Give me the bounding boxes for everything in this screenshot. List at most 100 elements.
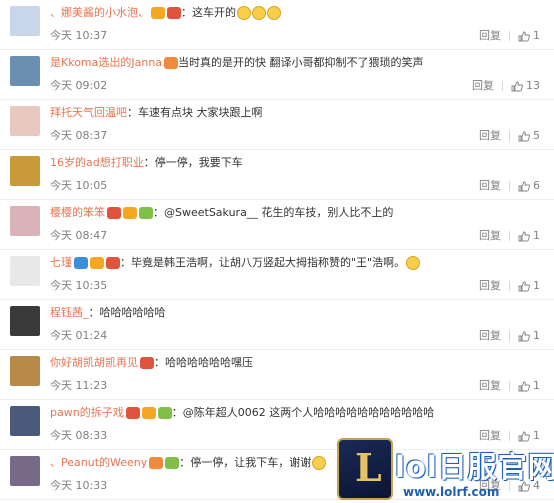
thumbs-up-icon <box>518 181 530 191</box>
comment-actions: 回复 1 <box>479 377 540 393</box>
emoji-icon <box>252 6 266 20</box>
thumbs-up-icon <box>511 81 523 91</box>
comment-time: 今天 10:37 <box>50 29 108 42</box>
like-button[interactable]: 6 <box>518 179 540 192</box>
comment-item: 、娜美酱的小水泡、 ：这车开的今天 10:37 回复 1 <box>0 0 554 50</box>
username-link[interactable]: 拜托天气回温吧 <box>50 106 127 119</box>
divider <box>509 31 510 41</box>
user-badges <box>162 55 179 71</box>
comment-line: 你好胡凯胡凯再见 ：哈哈哈哈哈哈嘿压 <box>50 355 253 371</box>
user-badges <box>138 355 154 371</box>
comment-text: ：@SweetSakura__ 花生的车技，别人比不上的 <box>153 206 394 219</box>
avatar[interactable] <box>10 306 40 336</box>
divider <box>509 331 510 341</box>
thumbs-up-icon <box>518 31 530 41</box>
reply-button[interactable]: 回复 <box>479 329 501 342</box>
avatar[interactable] <box>10 6 40 36</box>
reply-button[interactable]: 回复 <box>472 79 494 92</box>
thumbs-up-icon <box>518 231 530 241</box>
username-link[interactable]: 你好胡凯胡凯再见 <box>50 356 138 369</box>
site-watermark: L lol日服官网 www.lolrf.com <box>335 438 554 503</box>
badge-icon <box>167 7 181 19</box>
avatar[interactable] <box>10 256 40 286</box>
avatar[interactable] <box>10 206 40 236</box>
badge-icon <box>149 457 164 469</box>
username-link[interactable]: 、娜美酱的小水泡、 <box>50 6 149 19</box>
like-count: 13 <box>526 79 540 92</box>
avatar[interactable] <box>10 156 40 186</box>
username-link[interactable]: 16岁的ad想打职业 <box>50 156 144 169</box>
like-button[interactable]: 1 <box>518 329 540 342</box>
avatar[interactable] <box>10 106 40 136</box>
comment-list: 、娜美酱的小水泡、 ：这车开的今天 10:37 回复 1 是Kkoma选出的Janna 当… <box>0 0 554 500</box>
comment-line: 、娜美酱的小水泡、 ：这车开的 <box>50 5 281 21</box>
reply-button[interactable]: 回复 <box>479 129 501 142</box>
badge-icon <box>157 407 172 419</box>
like-count: 1 <box>533 229 540 242</box>
username-link[interactable]: pawn的拆子戏 <box>50 406 124 419</box>
username-link[interactable]: 、Peanut的Weeny <box>50 456 147 469</box>
badge-icon <box>140 357 154 369</box>
emoji-icon <box>312 456 327 470</box>
reply-button[interactable]: 回复 <box>479 229 501 242</box>
user-badges <box>149 5 181 21</box>
comment-time: 今天 08:47 <box>50 229 108 242</box>
badge-icon <box>107 207 121 219</box>
reply-button[interactable]: 回复 <box>479 379 501 392</box>
league-logo: L <box>337 438 393 500</box>
comment-item: 七瑾 ：毕竟是韩王浩啊，让胡八万竖起大拇指称赞的"王"浩啊。 今天 10:35 回复 1 <box>0 250 554 300</box>
comment-text: ：停一停，我要下车 <box>143 156 243 169</box>
user-badges <box>72 255 120 271</box>
comment-item: 拜托天气回温吧：车速有点块 大家块跟上啊 今天 08:37 回复 5 <box>0 100 554 150</box>
username-link[interactable]: 七瑾 <box>50 256 72 269</box>
watermark-title: lol日服官网 <box>395 450 554 484</box>
comment-time: 今天 01:24 <box>50 329 108 342</box>
comment-text: 当时真的是开的快 翻译小哥都抑制不了猥琐的笑声 <box>178 56 424 69</box>
watermark-url: www.lolrf.com <box>403 485 500 499</box>
avatar[interactable] <box>10 406 40 436</box>
thumbs-up-icon <box>518 331 530 341</box>
like-button[interactable]: 5 <box>518 129 540 142</box>
reply-button[interactable]: 回复 <box>479 279 501 292</box>
comment-text: ：车速有点块 大家块跟上啊 <box>127 106 263 119</box>
username-link[interactable]: 程钰茜_ <box>50 306 89 319</box>
reply-button[interactable]: 回复 <box>479 179 501 192</box>
badge-icon <box>90 257 104 269</box>
divider <box>509 181 510 191</box>
comment-text: ：这车开的 <box>181 6 236 19</box>
badge-icon <box>125 407 140 419</box>
comment-line: 拜托天气回温吧：车速有点块 大家块跟上啊 <box>50 105 263 121</box>
comment-item: 程钰茜_：哈哈哈哈哈哈 今天 01:24 回复 1 <box>0 300 554 350</box>
username-link[interactable]: 是Kkoma选出的Janna <box>50 56 162 69</box>
comment-text: ：毕竟是韩王浩啊，让胡八万竖起大拇指称赞的"王"浩啊。 <box>120 256 406 269</box>
avatar[interactable] <box>10 356 40 386</box>
comment-line: 16岁的ad想打职业：停一停，我要下车 <box>50 155 243 171</box>
like-count: 1 <box>533 379 540 392</box>
reply-button[interactable]: 回复 <box>479 29 501 42</box>
comment-line: pawn的拆子戏 ：@陈年超人0062 这两个人哈哈哈哈哈哈哈哈哈哈哈 <box>50 405 434 421</box>
like-button[interactable]: 1 <box>518 279 540 292</box>
divider <box>509 281 510 291</box>
username-link[interactable]: 樱樱的笨笨 <box>50 206 105 219</box>
like-button[interactable]: 1 <box>518 379 540 392</box>
comment-time: 今天 11:23 <box>50 379 108 392</box>
like-count: 1 <box>533 29 540 42</box>
like-button[interactable]: 13 <box>511 79 540 92</box>
comment-time: 今天 08:37 <box>50 129 108 142</box>
comment-time: 今天 10:35 <box>50 279 108 292</box>
comment-actions: 回复 1 <box>479 277 540 293</box>
badge-icon <box>106 257 120 269</box>
user-badges <box>105 205 153 221</box>
like-button[interactable]: 1 <box>518 29 540 42</box>
avatar[interactable] <box>10 456 40 486</box>
comment-actions: 回复 1 <box>479 227 540 243</box>
user-badges <box>124 405 172 421</box>
comment-line: 樱樱的笨笨 ：@SweetSakura__ 花生的车技，别人比不上的 <box>50 205 393 221</box>
emoji-icon <box>406 256 421 270</box>
like-button[interactable]: 1 <box>518 229 540 242</box>
avatar[interactable] <box>10 56 40 86</box>
comment-line: 程钰茜_：哈哈哈哈哈哈 <box>50 305 166 321</box>
comment-text: ：@陈年超人0062 这两个人哈哈哈哈哈哈哈哈哈哈哈 <box>171 406 435 419</box>
divider <box>509 131 510 141</box>
emoji-icon <box>237 6 251 20</box>
